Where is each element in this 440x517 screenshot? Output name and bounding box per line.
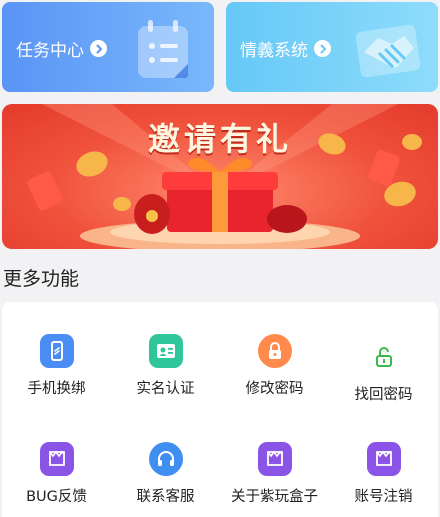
- chevron-right-icon: [90, 40, 107, 57]
- feature-label: 找回密码: [354, 387, 413, 403]
- feature-bug-feedback[interactable]: BUG反馈: [2, 442, 111, 517]
- banner-title: 邀请有礼: [147, 120, 292, 158]
- calendar-icon: [138, 20, 188, 78]
- lock-icon: [257, 334, 292, 368]
- feature-label: 手机换绑: [27, 381, 86, 397]
- feature-real-name[interactable]: 实名认证: [111, 334, 220, 414]
- task-center-card[interactable]: 任务中心: [2, 2, 214, 92]
- task-center-label: 任务中心: [16, 41, 84, 61]
- feature-label: 账号注销: [354, 489, 413, 505]
- handshake-icon: [355, 24, 421, 78]
- friend-system-label-wrap: 情義系统: [240, 36, 331, 61]
- feature-label: 关于紫玩盒子: [231, 489, 318, 505]
- feature-label: 联系客服: [136, 489, 195, 505]
- feature-panel: 手机换绑 实名认证 修改密码 找回密码 BUG反馈 联系客服 关于紫玩盒子 账号…: [2, 302, 438, 517]
- chevron-right-icon: [314, 40, 331, 57]
- feature-label: 实名认证: [136, 381, 195, 397]
- section-title: 更多功能: [3, 268, 80, 290]
- feature-about[interactable]: 关于紫玩盒子: [220, 442, 329, 517]
- id-card-icon: [148, 334, 183, 368]
- box-icon: [366, 442, 401, 476]
- unlock-icon: [367, 340, 401, 374]
- feature-label: BUG反馈: [26, 489, 87, 505]
- friend-system-card[interactable]: 情義系统: [226, 2, 438, 92]
- friend-system-label: 情義系统: [240, 41, 308, 61]
- feature-recover-password[interactable]: 找回密码: [329, 340, 438, 420]
- phone-icon: [39, 334, 74, 368]
- feedback-icon: [39, 442, 74, 476]
- box-icon: [257, 442, 292, 476]
- feature-change-password[interactable]: 修改密码: [220, 334, 329, 414]
- feature-account-cancel[interactable]: 账号注销: [329, 442, 438, 517]
- headset-icon: [148, 442, 183, 476]
- task-center-label-wrap: 任务中心: [16, 36, 107, 61]
- feature-phone-rebind[interactable]: 手机换绑: [2, 334, 111, 414]
- feature-label: 修改密码: [245, 381, 304, 397]
- feature-customer-service[interactable]: 联系客服: [111, 442, 220, 517]
- invite-banner[interactable]: 邀请有礼: [2, 104, 438, 249]
